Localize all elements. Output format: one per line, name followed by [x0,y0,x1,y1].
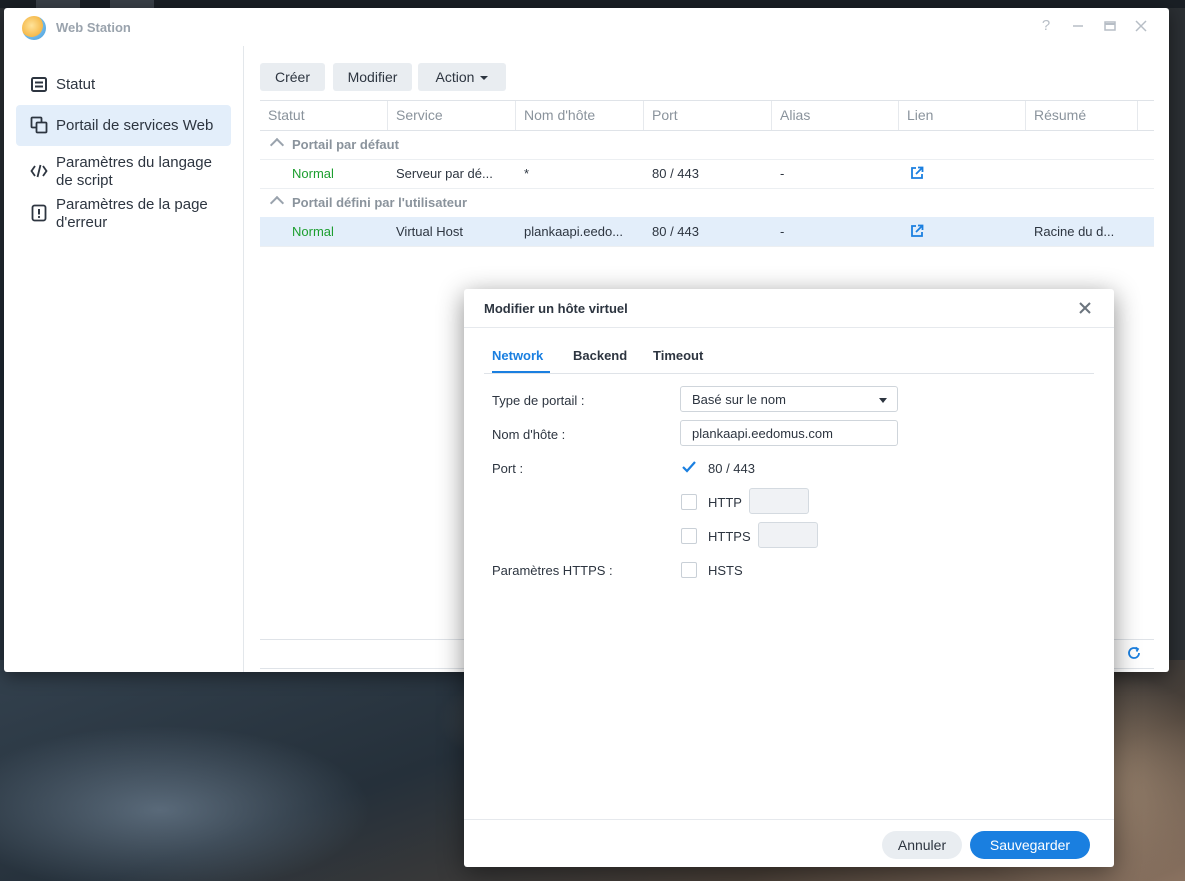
cell-status: Normal [292,224,334,239]
chevron-up-icon[interactable] [269,137,285,153]
window-titlebar[interactable]: Web Station ? [4,8,1169,46]
code-icon [30,164,48,178]
cell-hostname: plankaapi.eedo... [524,224,624,239]
cell-alias: - [780,224,785,239]
column-header-link[interactable]: Lien [899,101,1026,130]
taskbar-button[interactable] [36,0,80,8]
caret-down-icon [480,76,489,81]
taskbar-button[interactable] [110,0,154,8]
sidebar-item-label: Statut [56,76,96,93]
https-settings-label: Paramètres HTTPS : [492,563,613,578]
window-title: Web Station [56,20,131,35]
sidebar-item-label: Paramètres de la page [56,196,208,213]
column-header-service[interactable]: Service [388,101,516,130]
cancel-button[interactable]: Annuler [882,831,962,859]
portal-type-value: Basé sur le nom [692,392,786,407]
tab-network[interactable]: Network [492,348,543,363]
sidebar-item-error-page[interactable]: Paramètres de la page d'erreur [16,194,231,234]
portal-type-select[interactable]: Basé sur le nom [680,386,898,412]
column-header-summary[interactable]: Résumé [1026,101,1138,130]
error-page-icon [31,204,47,222]
sidebar-item-label: de script [56,172,113,189]
sidebar-item-label: Portail de services Web [56,117,214,134]
tab-divider [484,373,1094,374]
grid-header: Statut Service Nom d'hôte Port Alias Lie… [260,100,1154,131]
portal-type-label: Type de portail : [492,393,585,408]
minimize-icon[interactable] [1070,18,1086,34]
external-link-icon[interactable] [910,166,924,180]
external-link-icon[interactable] [910,224,924,238]
group-label: Portail par défaut [292,137,399,152]
column-header-status[interactable]: Statut [260,101,388,130]
cell-service: Serveur par dé... [396,166,493,181]
cell-port: 80 / 443 [652,166,699,181]
web-station-logo-icon [22,16,46,40]
maximize-icon[interactable] [1102,18,1118,34]
dialog-divider [464,327,1114,328]
refresh-icon[interactable] [1126,645,1142,661]
save-button[interactable]: Sauvegarder [970,831,1090,859]
edit-button[interactable]: Modifier [333,63,412,91]
sidebar-item-label: Paramètres du langage [56,154,212,171]
hsts-checkbox[interactable] [681,562,697,578]
hostname-label: Nom d'hôte : [492,427,566,442]
action-button-label: Action [435,69,475,85]
hostname-input[interactable]: plankaapi.eedomus.com [680,420,898,446]
cell-service: Virtual Host [396,224,463,239]
column-header-hostname[interactable]: Nom d'hôte [516,101,644,130]
edit-virtual-host-dialog: Modifier un hôte virtuel Network Backend… [464,289,1114,867]
https-checkbox[interactable] [681,528,697,544]
table-row[interactable]: Normal Virtual Host plankaapi.eedo... 80… [260,217,1154,247]
cell-hostname: * [524,166,530,181]
table-row[interactable]: Normal Serveur par dé... * 80 / 443 - [260,159,1154,189]
group-row-default-portal[interactable]: Portail par défaut [260,130,1154,160]
taskbar [0,0,1185,8]
cell-status: Normal [292,166,334,181]
tab-timeout[interactable]: Timeout [653,348,703,363]
column-header-port[interactable]: Port [644,101,772,130]
https-label: HTTPS [708,529,751,544]
dialog-footer-divider [464,819,1114,820]
http-port-input[interactable] [749,488,809,514]
action-button[interactable]: Action [418,63,506,91]
help-icon[interactable]: ? [1038,18,1054,34]
close-icon[interactable] [1076,299,1094,317]
group-row-user-portal[interactable]: Portail défini par l'utilisateur [260,188,1154,218]
cell-summary: Racine du d... [1034,224,1115,239]
cell-port: 80 / 443 [652,224,699,239]
create-button[interactable]: Créer [260,63,325,91]
http-label: HTTP [708,495,742,510]
cell-alias: - [780,166,785,181]
column-header-alias[interactable]: Alias [772,101,899,130]
port-default-checkbox[interactable] [681,459,697,475]
sidebar: Statut Portail de services Web Paramètre… [4,46,244,672]
tab-backend[interactable]: Backend [573,348,627,363]
dialog-title: Modifier un hôte virtuel [484,301,628,316]
port-default-label: 80 / 443 [708,461,755,476]
web-portal-icon [30,116,48,134]
port-label: Port : [492,461,524,476]
chevron-up-icon[interactable] [269,195,285,211]
status-icon [31,77,47,92]
sidebar-item-web-portal[interactable]: Portail de services Web [16,105,231,146]
hsts-label: HSTS [708,563,743,578]
sidebar-item-status[interactable]: Statut [16,72,231,98]
http-checkbox[interactable] [681,494,697,510]
caret-down-icon [879,398,887,403]
close-icon[interactable] [1133,18,1149,34]
sidebar-item-script-settings[interactable]: Paramètres du langage de script [16,152,231,192]
group-label: Portail défini par l'utilisateur [292,195,468,210]
sidebar-item-label: d'erreur [56,214,108,231]
https-port-input[interactable] [758,522,818,548]
